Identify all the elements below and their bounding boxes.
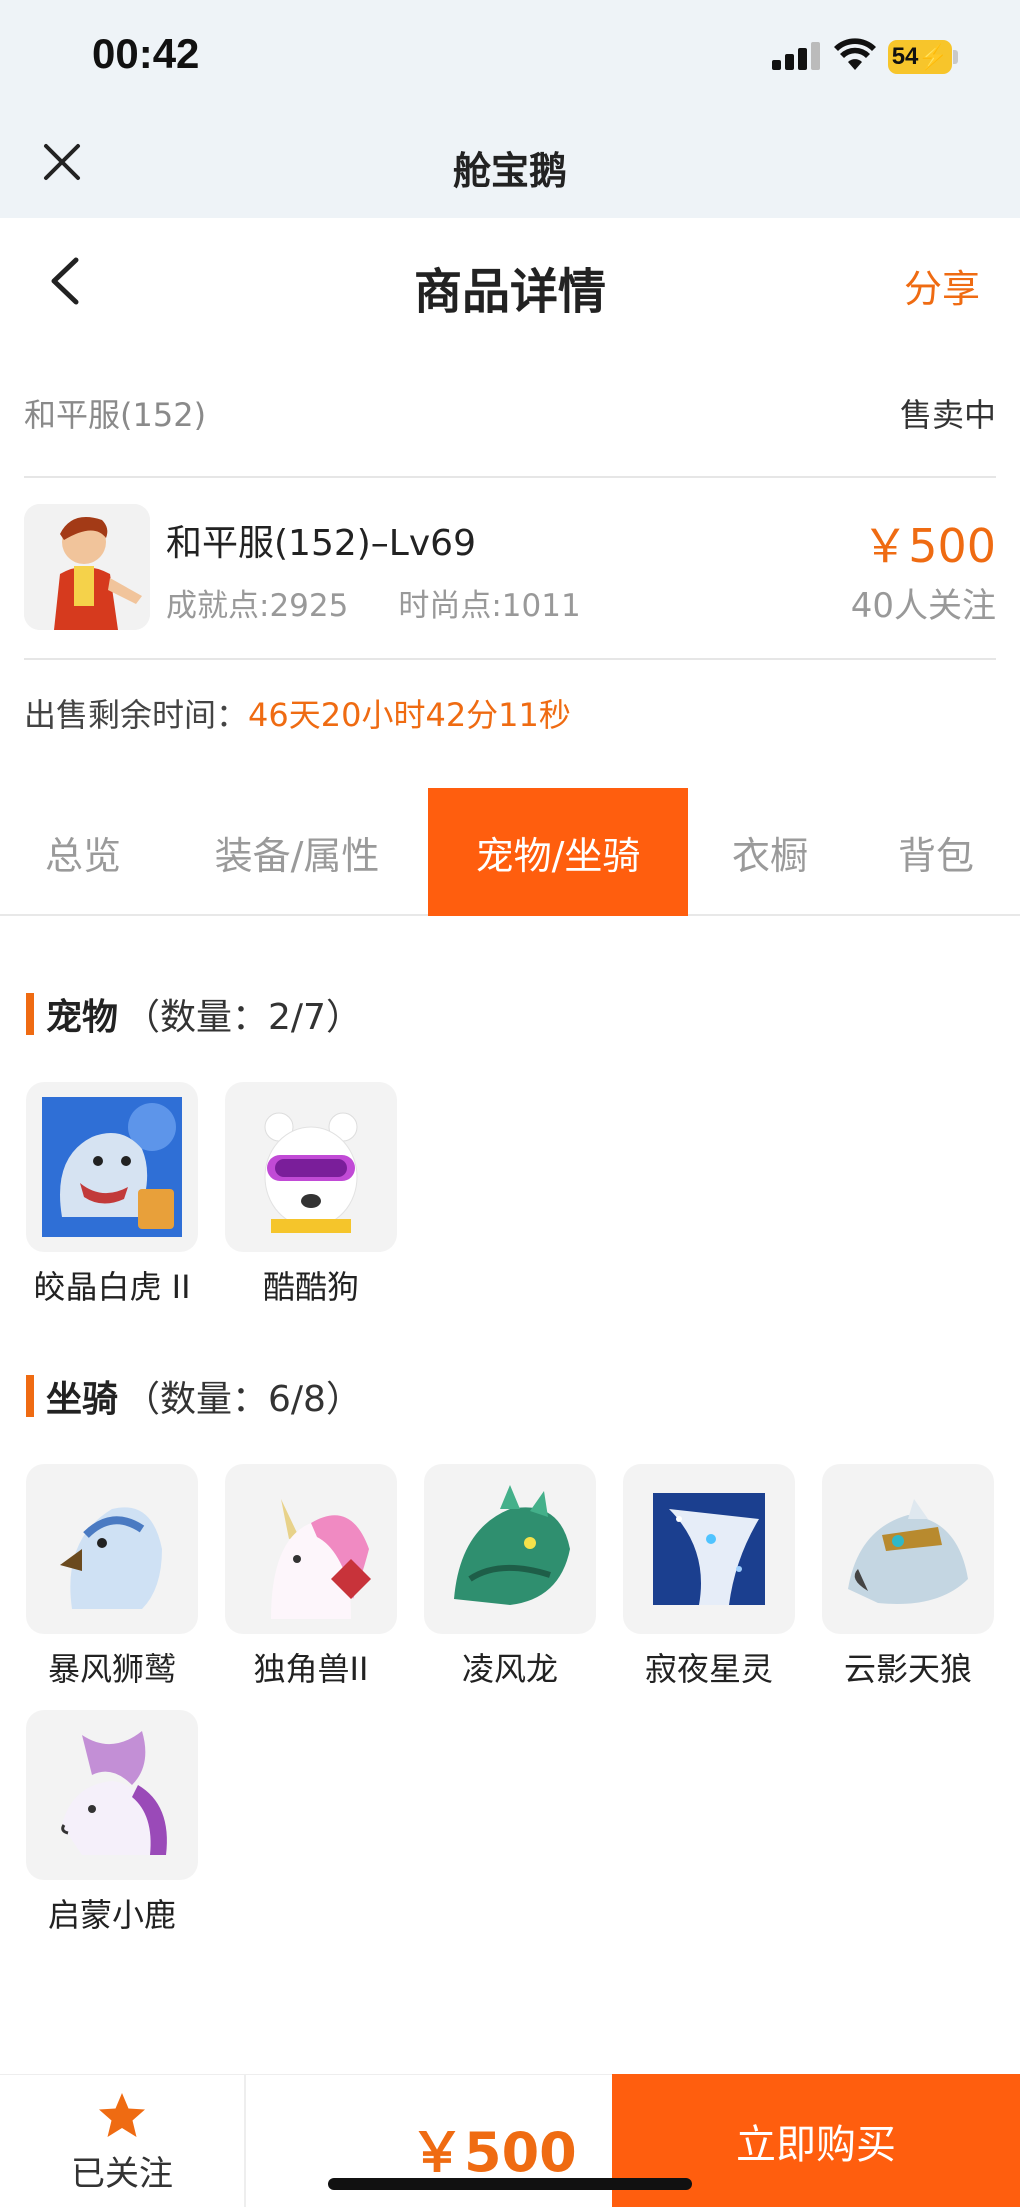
pet-card[interactable]: 皎晶白虎 II <box>26 1082 198 1308</box>
character-avatar <box>24 504 150 630</box>
section-accent-bar <box>26 993 34 1035</box>
remaining-time-value: 46天20小时42分11秒 <box>248 696 571 734</box>
pets-section-header: 宠物 （数量：2/7） <box>26 992 362 1038</box>
server-name: 和平服(152) <box>24 396 207 434</box>
server-row: 和平服(152) 售卖中 <box>24 390 996 434</box>
mount-name: 启蒙小鹿 <box>47 1896 176 1934</box>
sky-wolf-icon <box>822 1464 994 1634</box>
listing-price: ￥500 <box>862 519 996 573</box>
tab-equipment[interactable]: 装备/属性 <box>166 788 428 916</box>
fashion-points: 时尚点:1011 <box>398 588 581 624</box>
tab-pets-mounts[interactable]: 宠物/坐骑 <box>428 788 688 916</box>
section-accent-bar <box>26 1375 34 1417</box>
share-button[interactable]: 分享 <box>904 258 980 313</box>
pets-section-title: 宠物 <box>46 997 119 1038</box>
fawn-icon <box>26 1710 198 1880</box>
battery-cap <box>953 50 958 64</box>
mounts-count: （数量：6/8） <box>124 1379 362 1420</box>
mount-name: 独角兽II <box>253 1650 369 1688</box>
mount-name: 云影天狼 <box>843 1650 972 1688</box>
page-title: 商品详情 <box>413 264 606 320</box>
divider <box>24 476 996 478</box>
remaining-time: 出售剩余时间：46天20小时42分11秒 <box>24 690 571 736</box>
bottom-price: ￥500 <box>410 2121 577 2184</box>
mount-card[interactable]: 暴风狮鹫 <box>26 1464 198 1690</box>
pet-name: 皎晶白虎 II <box>33 1268 191 1306</box>
tab-bag[interactable]: 背包 <box>852 788 1020 916</box>
listing-stats: 成就点:2925 时尚点:1011 <box>166 580 631 625</box>
mini-program-title: 舱宝鹅 <box>452 149 567 193</box>
home-indicator <box>328 2178 692 2190</box>
divider <box>24 658 996 660</box>
sale-status: 售卖中 <box>899 396 996 434</box>
griffin-icon <box>26 1464 198 1634</box>
mount-card[interactable]: 独角兽II <box>225 1464 397 1690</box>
watcher-count: 40人关注 <box>850 586 996 626</box>
star-icon <box>99 2093 145 2137</box>
wifi-icon <box>834 38 876 70</box>
mounts-section-title: 坐骑 <box>46 1379 119 1420</box>
pet-card[interactable]: 酷酷狗 <box>225 1082 397 1308</box>
status-time: 00:42 <box>92 30 200 77</box>
pet-name: 酷酷狗 <box>262 1268 359 1306</box>
mount-card[interactable]: 寂夜星灵 <box>623 1464 795 1690</box>
tab-overview[interactable]: 总览 <box>0 788 166 916</box>
pets-count: （数量：2/7） <box>124 997 362 1038</box>
cellular-signal-icon <box>772 42 820 70</box>
cool-dog-icon <box>225 1082 397 1252</box>
follow-label: 已关注 <box>71 2154 173 2194</box>
character-portrait-icon <box>24 504 150 630</box>
mount-name: 暴风狮鹫 <box>47 1650 176 1688</box>
mount-card[interactable]: 凌风龙 <box>424 1464 596 1690</box>
detail-tabs: 总览 装备/属性 宠物/坐骑 衣橱 背包 <box>0 788 1020 916</box>
mounts-section-header: 坐骑 （数量：6/8） <box>26 1374 362 1420</box>
tab-wardrobe[interactable]: 衣橱 <box>688 788 852 916</box>
achievement-points: 成就点:2925 <box>166 588 349 624</box>
listing-title: 和平服(152)–Lv69 <box>166 523 476 564</box>
unicorn-icon <box>225 1464 397 1634</box>
mount-card[interactable]: 启蒙小鹿 <box>26 1710 198 1936</box>
mount-card[interactable]: 云影天狼 <box>822 1464 994 1690</box>
white-tiger-icon <box>26 1082 198 1252</box>
battery-level: 54 <box>891 43 919 70</box>
remaining-time-label: 出售剩余时间： <box>24 696 249 734</box>
dragon-icon <box>424 1464 596 1634</box>
battery-icon: 54 ⚡ <box>888 40 952 74</box>
star-spirit-icon <box>623 1464 795 1634</box>
mount-name: 凌风龙 <box>461 1650 558 1688</box>
mount-name: 寂夜星灵 <box>644 1650 773 1688</box>
bar-divider <box>244 2074 246 2207</box>
